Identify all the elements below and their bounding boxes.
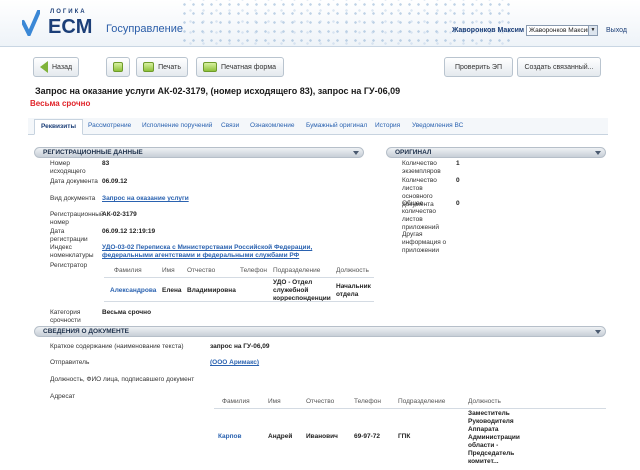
header-pattern [180,0,510,46]
doc-date-label: Дата документа [50,178,98,185]
urgency-banner: Весьма срочно [30,99,91,108]
sender-link[interactable]: (ООО Аримакс) [210,359,259,367]
tab-bar: Реквизиты Рассмотрение Исполнение поруче… [28,118,608,135]
sender-label: Отправитель [50,359,90,366]
tab-links[interactable]: Связи [221,122,239,129]
nomenclature-link[interactable]: УДО-03-02 Переписка с Министерствами Рос… [102,244,364,260]
create-related-button[interactable]: Создать связанный... [517,57,601,77]
addressee-col-phone: Телефон [354,398,381,405]
printer-icon [143,62,155,72]
registrar-department: УДО - Отдел служебной корреспонденции [273,279,331,302]
registrar-col-phone: Телефон [240,267,267,274]
addressee-name: Андрей [268,433,293,440]
tab-notifications[interactable]: Уведомления ВС [412,122,463,129]
tab-review[interactable]: Рассмотрение [88,122,131,129]
user-select[interactable]: Жаворонков Максим ▼ [526,25,598,36]
app-header: ЛОГИКА ECM Госуправление Жаворонков Макс… [0,0,640,47]
outgoing-number-label: Номер исходящего [50,160,86,175]
addressee-surname[interactable]: Карпов [218,433,242,441]
back-arrow-icon [40,61,48,73]
registrar-label: Регистратор [50,262,88,269]
collapse-icon[interactable] [353,151,359,155]
app-name: Госуправление [106,23,183,35]
doc-type-link[interactable]: Запрос на оказание услуги [102,195,189,203]
print-button[interactable]: Печать [136,57,188,77]
outgoing-number-value: 83 [102,160,110,167]
print-form-button[interactable]: Печатная форма [196,57,284,77]
registrar-col-surname: Фамилия [114,267,142,274]
attach-button[interactable] [106,57,130,77]
doc-info-section-title: СВЕДЕНИЯ О ДОКУМЕНТЕ [43,328,130,335]
create-related-label: Создать связанный... [524,63,594,71]
registrar-col-position: Должность [336,267,369,274]
registrar-table-bottom [104,301,374,302]
registrar-col-patronymic: Отчество [187,267,216,274]
doc-date-value: 06.09.12 [102,178,128,185]
addressee-phone: 69-97-72 [354,433,381,440]
registrar-patronymic: Владимировна [187,287,236,294]
addressee-col-position: Должность [468,398,501,405]
printer-icon [203,62,217,72]
document-title: Запрос на оказание услуги АК-02-3179, (н… [35,86,401,96]
exit-link[interactable]: Выход [606,27,627,34]
summary-value: запрос на ГУ-06,09 [210,343,270,350]
tab-execution[interactable]: Исполнение поручений [142,122,212,129]
registrar-table-divider [104,277,374,278]
tab-history[interactable]: История [375,122,400,129]
logo-check-icon [22,10,40,36]
addressee-col-patronymic: Отчество [306,398,335,405]
logo-text: ECM [48,16,93,38]
back-button[interactable]: Назад [33,57,79,77]
verify-ep-label: Проверить ЭП [454,63,502,71]
attach-sheets-value: 0 [456,200,460,207]
original-section-title: ОРИГИНАЛ [395,149,432,156]
nomenclature-label: Индекс номенклатуры [50,244,94,259]
collapse-icon[interactable] [595,330,601,334]
addressee-patronymic: Иванович [306,433,338,440]
reg-date-value: 06.09.12 12:19:19 [102,228,156,235]
registrar-col-department: Подразделение [273,267,321,274]
addressee-col-department: Подразделение [398,398,446,405]
sheets-value: 0 [456,177,460,184]
addressee-label: Адресат [50,393,76,400]
logo-subtitle: ЛОГИКА [50,9,87,15]
other-info-label: Другая информация о приложении [402,231,447,254]
tab-paper-original[interactable]: Бумажный оригинал [306,122,367,129]
addressee-position: Заместитель Руководителя Аппарата Админи… [468,410,520,465]
reg-number-label: Регистрационный номер [50,211,104,226]
registrar-position: Начальник отдела [336,283,371,298]
addressee-table-divider [214,408,606,409]
addressee-department: ГПК [398,433,411,440]
addressee-col-name: Имя [268,398,281,405]
back-button-label: Назад [52,63,73,71]
copies-value: 1 [456,160,460,167]
registrar-col-name: Имя [162,267,175,274]
registrar-surname[interactable]: Александрова [110,287,156,295]
verify-ep-button[interactable]: Проверить ЭП [444,57,513,77]
collapse-icon[interactable] [595,151,601,155]
copies-label: Количество экземпляров [402,160,441,175]
print-form-button-label: Печатная форма [221,63,277,71]
signer-label: Должность, ФИО лица, подписавшего докуме… [50,376,195,383]
reg-date-label: Дата регистрации [50,228,88,243]
user-select-value: Жаворонков Максим [529,27,592,34]
doc-info-section-header[interactable]: СВЕДЕНИЯ О ДОКУМЕНТЕ [34,326,606,337]
registration-section-header[interactable]: РЕГИСТРАЦИОННЫЕ ДАННЫЕ [34,147,364,158]
chevron-down-icon[interactable]: ▼ [588,26,597,35]
registrar-name: Елена [162,287,182,294]
doc-type-label: Вид документа [50,195,96,202]
summary-label: Краткое содержание (наименование текста) [50,343,184,350]
envelope-icon [113,62,123,72]
addressee-col-surname: Фамилия [222,398,250,405]
registration-section-title: РЕГИСТРАЦИОННЫЕ ДАННЫЕ [43,149,143,156]
print-button-label: Печать [158,63,181,71]
original-section-header[interactable]: ОРИГИНАЛ [386,147,606,158]
attach-sheets-label: Общее количество листов приложений [402,200,439,231]
urgency-category-value: Весьма срочно [102,309,152,316]
urgency-category-label: Категория срочности [50,309,81,324]
current-user-name: Жаворонков Максим [452,27,525,34]
reg-number-value: АК-02-3179 [102,211,137,218]
tab-acquaintance[interactable]: Ознакомление [250,122,294,129]
tab-requisites[interactable]: Реквизиты [34,119,83,135]
